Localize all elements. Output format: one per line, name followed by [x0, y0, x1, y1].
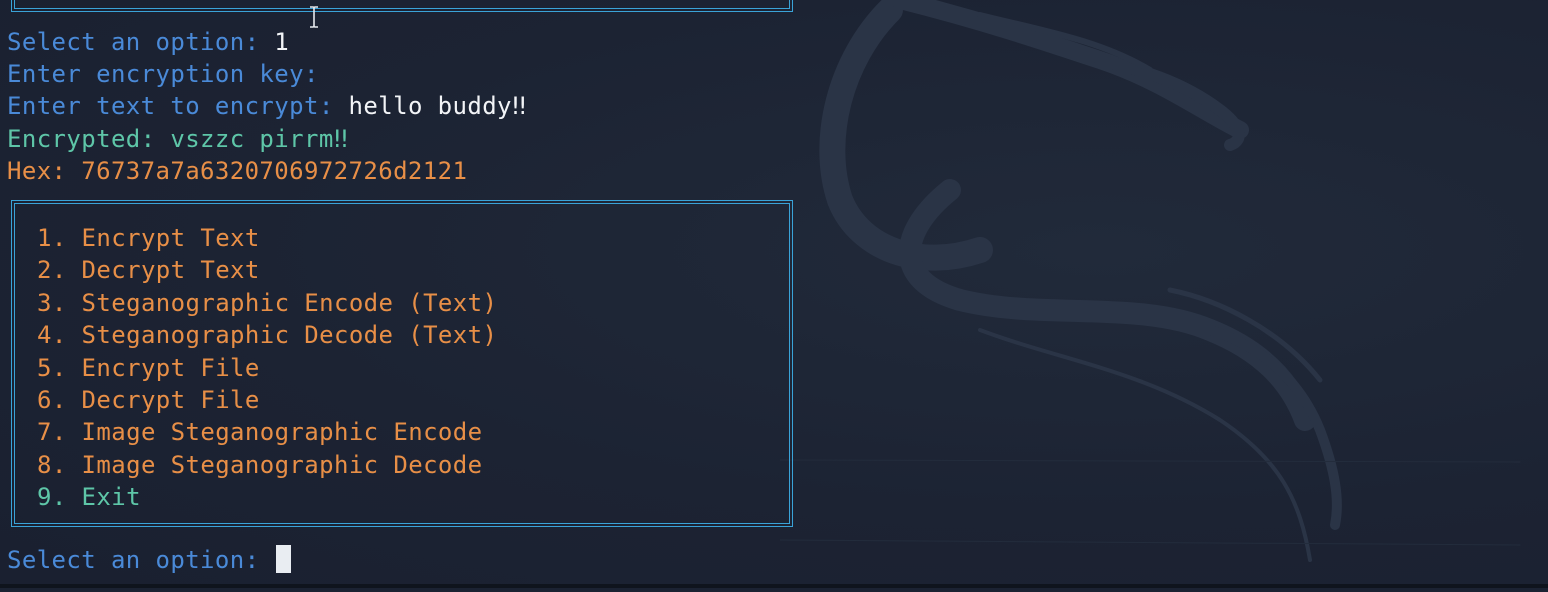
previous-menu-box [11, 0, 793, 12]
menu-item-2: 2. Decrypt Text [37, 256, 260, 285]
encrypted-output: Encrypted: vszzc pirrm‼ [7, 125, 349, 153]
text-to-encrypt-prompt: Enter text to encrypt: [7, 92, 349, 120]
terminal-window[interactable]: Select an option: 1 Enter encryption key… [0, 0, 1548, 588]
select-option-prompt: Select an option: [7, 28, 275, 56]
kali-dragon-wallpaper [780, 0, 1521, 562]
text-ibeam-cursor-icon [310, 6, 318, 28]
menu-item-3: 3. Steganographic Encode (Text) [37, 288, 498, 317]
main-menu-box: 1. Encrypt Text 2. Decrypt Text 3. Stegano… [11, 200, 793, 527]
menu-item-8: 8. Image Steganographic Decode [37, 450, 483, 479]
menu-item-9: 9. Exit [37, 483, 141, 512]
input-text-value: hello buddy‼ [348, 92, 527, 120]
menu-item-5: 5. Encrypt File [37, 353, 260, 382]
hex-output: Hex: 76737a7a6320706972726d2121 [7, 157, 468, 185]
text-to-encrypt-line: Enter text to encrypt: hello buddy‼ [7, 91, 527, 121]
menu-item-7: 7. Image Steganographic Encode [37, 418, 483, 447]
window-bottom-edge [0, 584, 1548, 588]
menu-item-4: 4. Steganographic Decode (Text) [37, 321, 498, 350]
select-option-line: Select an option: 1 [7, 27, 289, 57]
menu-item-6: 6. Decrypt File [37, 386, 260, 414]
current-prompt-line[interactable]: Select an option: [7, 545, 292, 575]
text-cursor-block[interactable] [276, 545, 292, 573]
selected-option-value: 1 [274, 28, 290, 56]
encryption-key-prompt: Enter encryption key: [7, 60, 319, 88]
menu-item-1: 1. Encrypt Text [37, 224, 260, 252]
current-select-option-prompt: Select an option: [7, 546, 275, 574]
